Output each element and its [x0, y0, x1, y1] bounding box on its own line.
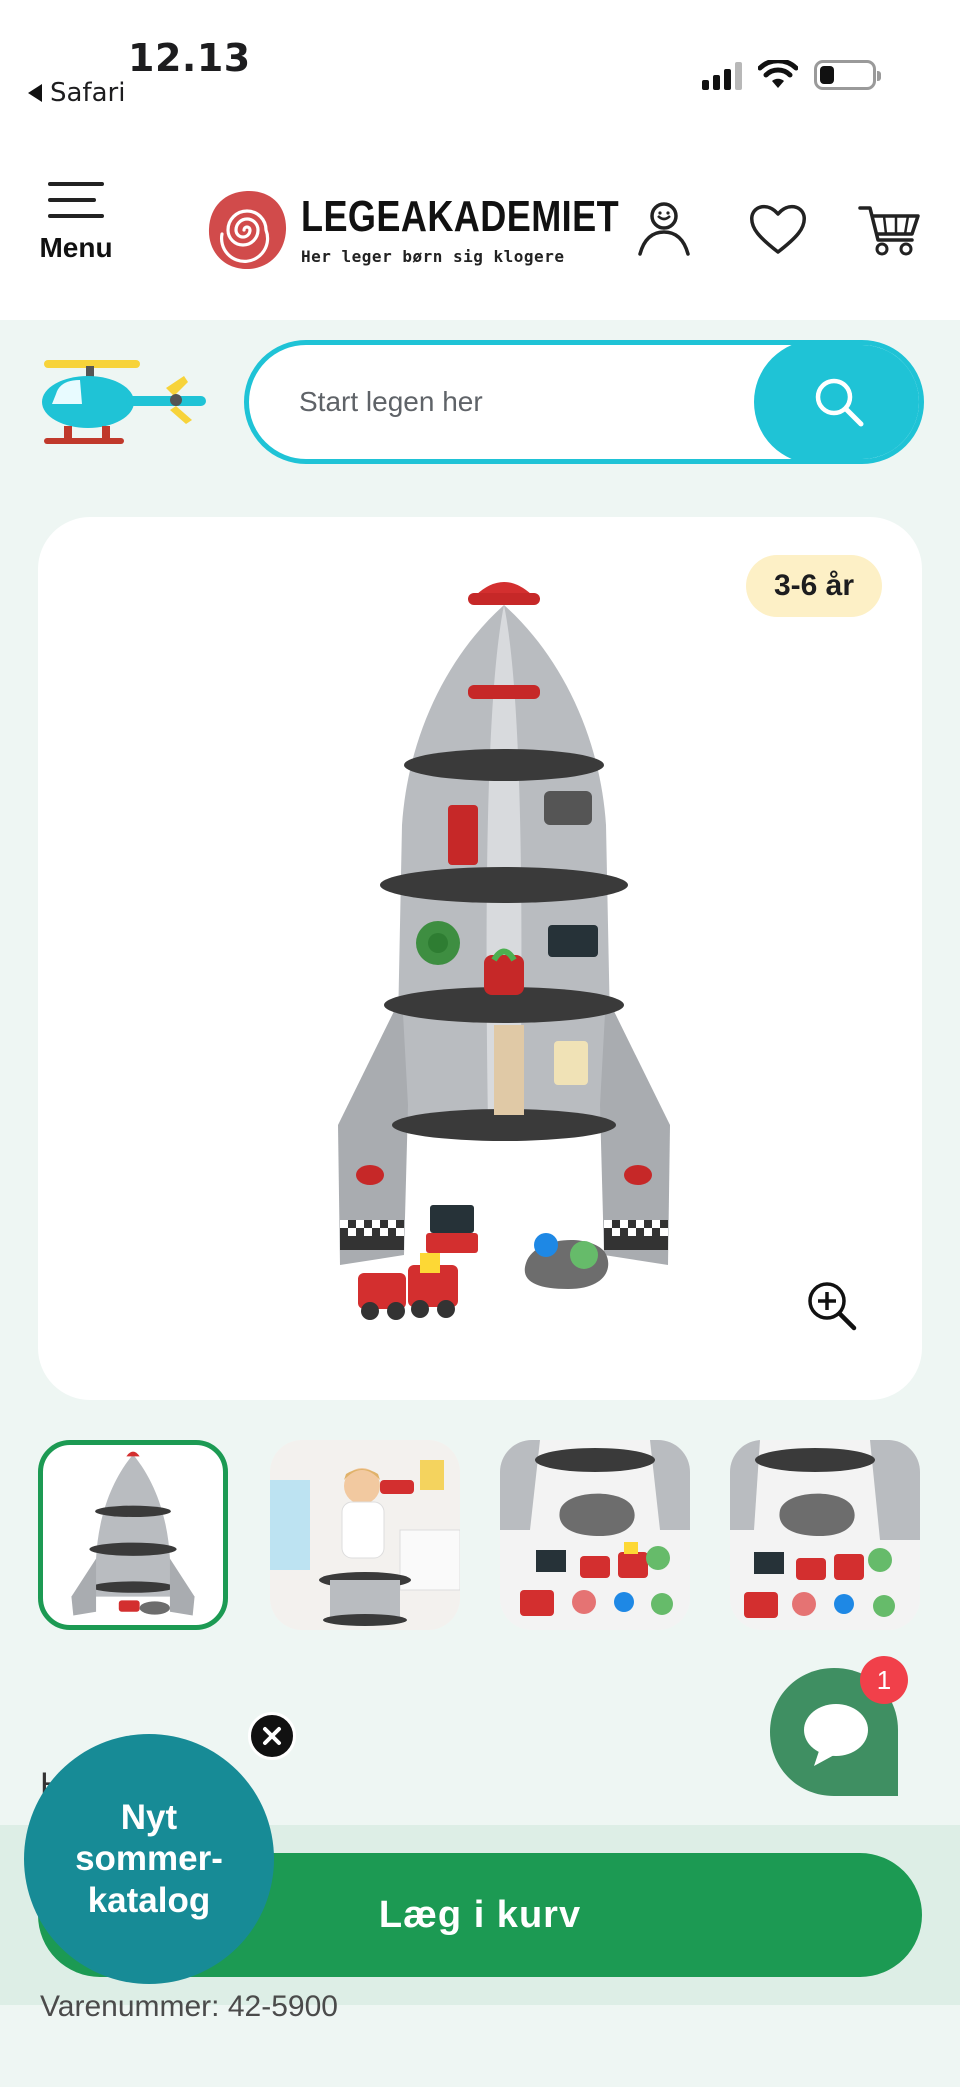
account-icon[interactable] — [632, 196, 696, 260]
thumbnail-strip — [38, 1440, 922, 1630]
thumbnail-2[interactable] — [270, 1440, 460, 1630]
chat-notification-badge: 1 — [860, 1656, 908, 1704]
thumbnail-accessories-image — [500, 1440, 690, 1630]
item-number: Varenummer: 42-5900 — [40, 1990, 338, 2023]
search-input[interactable] — [299, 345, 759, 459]
battery-icon — [814, 60, 881, 90]
back-arrow-icon — [28, 84, 42, 102]
logo-name: LEGEAKADEMIET — [301, 191, 620, 241]
summer-catalog-promo[interactable]: Nyt sommer- katalog — [24, 1734, 274, 1984]
search-button[interactable] — [754, 345, 919, 459]
spiral-logo-icon — [208, 190, 287, 270]
thumbnail-rocket-image — [71, 1451, 195, 1616]
zoom-button[interactable] — [784, 1258, 880, 1354]
heart-icon[interactable] — [746, 196, 810, 260]
back-to-safari[interactable]: Safari — [28, 78, 125, 108]
zoom-in-icon — [808, 1282, 857, 1331]
close-promo-button[interactable] — [248, 1712, 296, 1760]
thumbnail-child-playing-image — [270, 1440, 460, 1630]
promo-text: Nyt sommer- katalog — [75, 1798, 223, 1920]
thumbnail-accessories-image — [730, 1440, 920, 1630]
close-icon — [263, 1727, 281, 1745]
product-image-card[interactable]: 3-6 år — [38, 517, 922, 1400]
thumbnail-1[interactable] — [38, 1440, 228, 1630]
thumbnail-4[interactable] — [730, 1440, 920, 1630]
search-box — [244, 340, 924, 464]
menu-label: Menu — [39, 232, 113, 263]
status-icons — [702, 60, 881, 90]
cellular-signal-icon — [702, 62, 742, 90]
site-logo[interactable]: LEGEAKADEMIET Her leger børn sig klogere — [205, 188, 689, 272]
wifi-icon — [758, 60, 798, 88]
menu-button[interactable]: Menu — [36, 182, 116, 264]
cart-icon[interactable] — [858, 196, 922, 260]
status-bar: 12.13 Safari — [0, 0, 960, 140]
logo-tagline: Her leger børn sig klogere — [301, 246, 565, 266]
age-badge: 3-6 år — [745, 555, 882, 617]
site-header: Menu LEGEAKADEMIET Her leger børn sig kl… — [0, 140, 960, 320]
search-area — [36, 340, 924, 464]
search-icon — [815, 378, 864, 427]
back-app-label: Safari — [50, 78, 126, 108]
product-image — [338, 582, 670, 1320]
status-time: 12.13 — [128, 36, 251, 80]
thumbnail-3[interactable] — [500, 1440, 690, 1630]
hamburger-icon — [48, 182, 104, 218]
helicopter-icon — [42, 360, 206, 444]
